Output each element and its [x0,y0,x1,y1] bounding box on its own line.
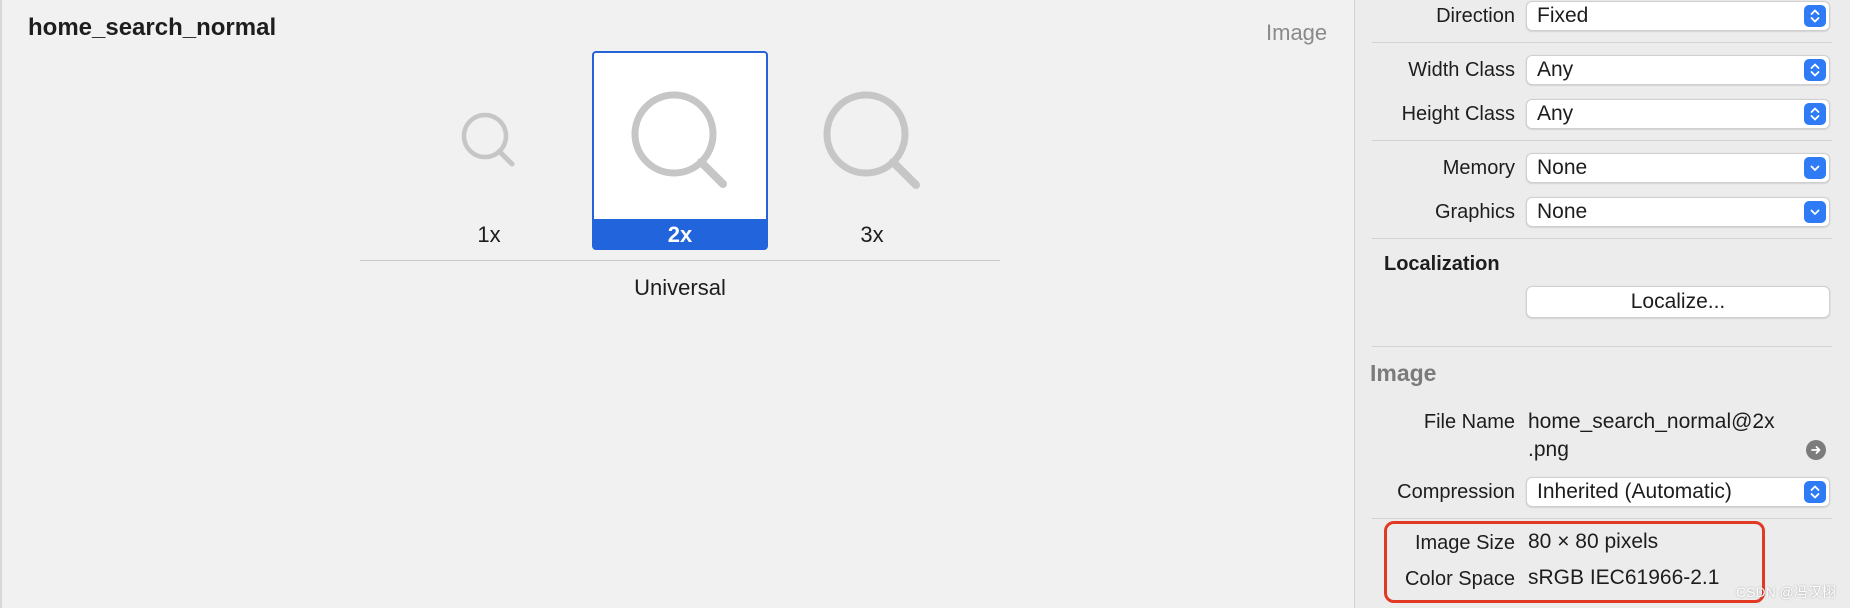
direction-label: Direction [1436,5,1515,27]
image-slot-2x[interactable]: 2x [592,51,768,250]
section-separator [1372,42,1832,43]
magnifier-icon [594,53,766,219]
memory-popup[interactable]: None [1526,153,1830,183]
magnifier-icon [401,51,577,219]
height-class-label: Height Class [1401,103,1515,125]
popup-stepper-icon [1804,103,1826,125]
chevron-down-icon [1804,201,1826,223]
height-class-value: Any [1537,102,1574,125]
idiom-divider [360,260,1000,261]
graphics-popup[interactable]: None [1526,197,1830,227]
compression-value: Inherited (Automatic) [1537,480,1732,503]
section-separator [1372,518,1832,519]
height-class-popup[interactable]: Any [1526,99,1830,129]
popup-stepper-icon [1804,481,1826,503]
compression-label: Compression [1397,481,1515,503]
chevron-down-icon [1804,157,1826,179]
image-section-title: Image [1370,360,1437,386]
width-class-label: Width Class [1408,59,1515,81]
localization-section-title: Localization [1384,253,1500,275]
asset-type-label: Image [1266,20,1328,45]
asset-name-title: home_search_normal [28,14,277,41]
slot-scale-label: 2x [594,219,766,250]
popup-stepper-icon [1804,5,1826,27]
graphics-value: None [1537,200,1588,223]
magnifier-icon [784,51,960,219]
memory-value: None [1537,156,1588,179]
file-name-value-line2: .png [1528,438,1569,461]
section-separator [1372,346,1832,347]
reveal-arrow-icon[interactable] [1806,440,1826,460]
direction-popup[interactable]: Fixed [1526,1,1830,31]
width-class-value: Any [1537,58,1574,81]
direction-value: Fixed [1537,4,1589,27]
idiom-label: Universal [634,275,726,300]
graphics-label: Graphics [1434,201,1515,223]
localize-button[interactable]: Localize... [1526,286,1830,318]
width-class-popup[interactable]: Any [1526,55,1830,85]
image-slot-1x[interactable]: 1x [401,51,577,250]
image-slot-3x[interactable]: 3x [784,51,960,250]
section-separator [1372,238,1832,239]
slot-scale-label: 3x [860,222,884,247]
annotation-highlight-box [1384,521,1765,603]
popup-stepper-icon [1804,59,1826,81]
file-name-value-line1: home_search_normal@2x [1528,410,1775,433]
section-separator [1372,140,1832,141]
watermark: CSDN @冯汉栩 [1736,584,1836,600]
compression-popup[interactable]: Inherited (Automatic) [1526,477,1830,507]
file-name-label: File Name [1423,411,1515,433]
memory-label: Memory [1442,157,1515,179]
slot-scale-label: 1x [477,222,501,247]
